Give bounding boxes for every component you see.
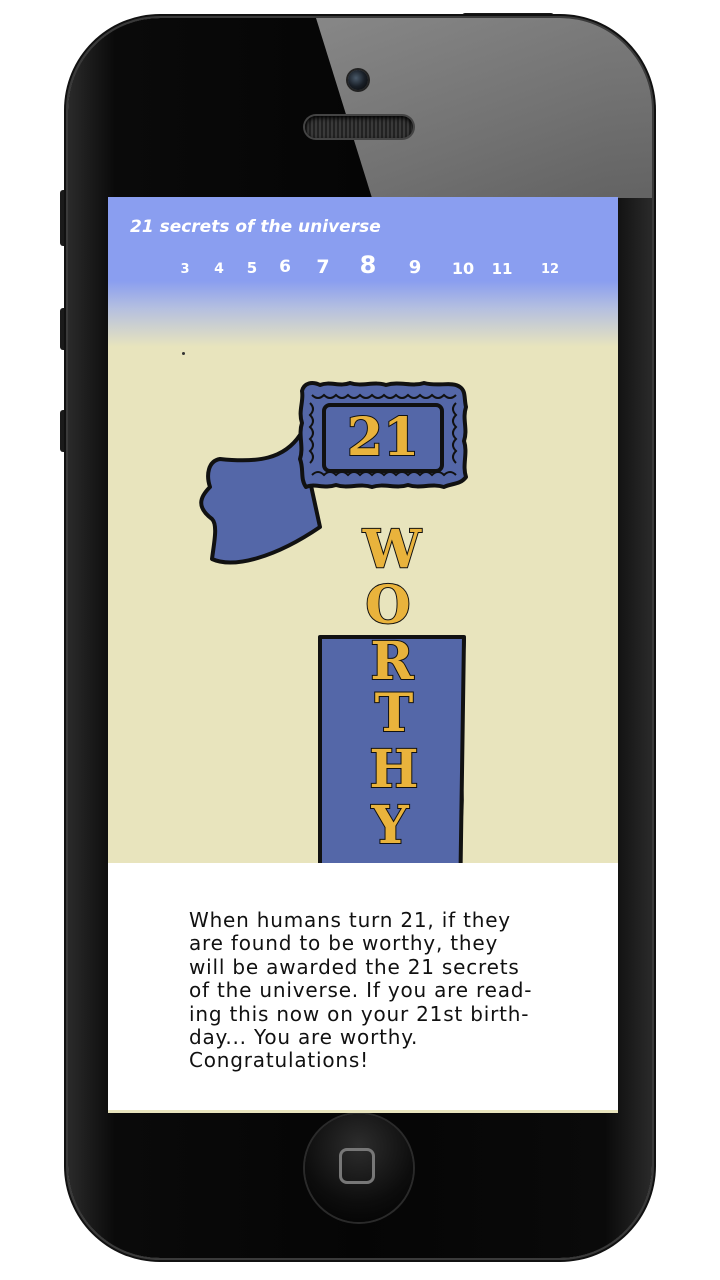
body-text-line: day... You are worthy. — [189, 1025, 419, 1050]
body-text-line: ing this now on your 21st birth- — [189, 1001, 530, 1026]
content-panel: When humans turn 21, if they are found to… — [108, 863, 618, 1110]
body-text-line: of the universe. If you are read- — [189, 978, 533, 1003]
page-number-7[interactable]: 7 — [316, 258, 329, 277]
body-text-line: When humans turn 21, if they — [189, 908, 511, 932]
body-text-line: are found to be worthy, they — [189, 931, 499, 956]
earpiece-speaker — [305, 116, 413, 138]
home-square-icon — [339, 1148, 375, 1184]
page-number-9[interactable]: 9 — [409, 259, 422, 277]
device-frame: 21 secrets of the universe 3 4 5 6 7 8 9 10 11 12… — [0, 0, 720, 1280]
page-number-5[interactable]: 5 — [247, 261, 257, 276]
page-number-11[interactable]: 11 — [492, 262, 513, 277]
body-text: When humans turn 21, if they are found to… — [189, 908, 559, 1073]
app-screen: 21 secrets of the universe 3 4 5 6 7 8 9 10 11 12… — [108, 197, 618, 1113]
ribbon-award-icon: 21 WORTHY — [199, 381, 468, 863]
body-text-line: will be awarded the 21 secrets — [189, 954, 520, 979]
page-number-8[interactable]: 8 — [360, 253, 377, 277]
page-number-3[interactable]: 3 — [180, 263, 189, 276]
front-camera — [348, 70, 368, 90]
page-number-12[interactable]: 12 — [541, 263, 559, 276]
app-title: 21 secrets of the universe — [130, 217, 381, 237]
ribbon-letter: H — [369, 739, 418, 800]
glass-reflection — [316, 18, 652, 198]
body-text-line: Congratulations! — [189, 1048, 369, 1073]
ribbon-letter: Y — [370, 795, 409, 856]
ribbon-letter: W — [362, 519, 423, 580]
page-number-4[interactable]: 4 — [214, 262, 224, 276]
ribbon-letter: T — [375, 683, 414, 744]
page-number-6[interactable]: 6 — [279, 259, 291, 276]
ribbon-letter: O — [365, 575, 410, 636]
page-number-10[interactable]: 10 — [452, 261, 474, 277]
badge-number: 21 — [347, 407, 419, 468]
bottom-strip — [108, 1110, 618, 1113]
app-header: 21 secrets of the universe 3 4 5 6 7 8 9 10 11 12 — [108, 197, 618, 347]
